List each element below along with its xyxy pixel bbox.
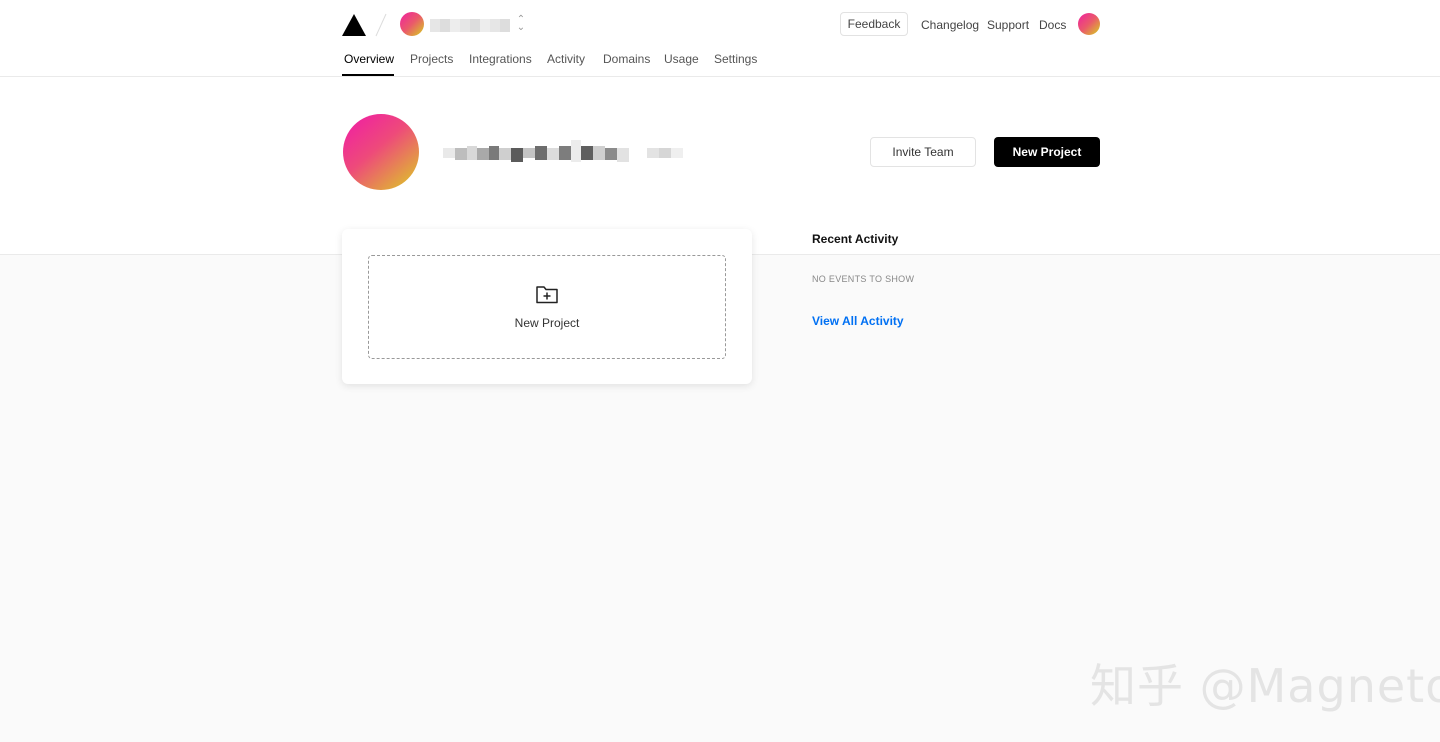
team-avatar[interactable] (400, 12, 424, 36)
slash-separator-icon (375, 13, 387, 37)
tab-activity[interactable]: Activity (547, 52, 585, 66)
new-project-label: New Project (514, 316, 580, 330)
team-name-redacted[interactable] (430, 19, 510, 32)
tab-usage[interactable]: Usage (664, 52, 699, 66)
header-divider (0, 76, 1440, 77)
new-project-button[interactable]: New Project (994, 137, 1100, 167)
view-all-activity-link[interactable]: View All Activity (812, 314, 904, 328)
projects-card: New Project (342, 229, 752, 384)
support-link[interactable]: Support (987, 18, 1029, 32)
team-switcher-chevrons-icon[interactable]: ⌃ ⌄ (514, 15, 528, 33)
recent-activity-heading: Recent Activity (812, 232, 899, 246)
tab-domains[interactable]: Domains (603, 52, 650, 66)
new-project-dropzone[interactable]: New Project (368, 255, 726, 359)
feedback-button[interactable]: Feedback (840, 12, 908, 36)
team-name-pixelated (443, 140, 683, 162)
docs-link[interactable]: Docs (1039, 18, 1066, 32)
top-section (0, 0, 1440, 255)
user-avatar[interactable] (1078, 13, 1100, 35)
no-events-text: NO EVENTS TO SHOW (812, 274, 915, 284)
tab-projects[interactable]: Projects (410, 52, 453, 66)
vercel-logo-icon[interactable] (342, 14, 366, 36)
invite-team-button[interactable]: Invite Team (870, 137, 976, 167)
folder-plus-icon (536, 286, 558, 304)
active-tab-indicator (342, 74, 394, 76)
tab-integrations[interactable]: Integrations (469, 52, 532, 66)
tab-settings[interactable]: Settings (714, 52, 757, 66)
team-avatar-large (343, 114, 419, 190)
changelog-link[interactable]: Changelog (921, 18, 979, 32)
tab-overview[interactable]: Overview (344, 52, 394, 66)
zhihu-watermark: 知乎 @Magneto (1090, 659, 1440, 713)
